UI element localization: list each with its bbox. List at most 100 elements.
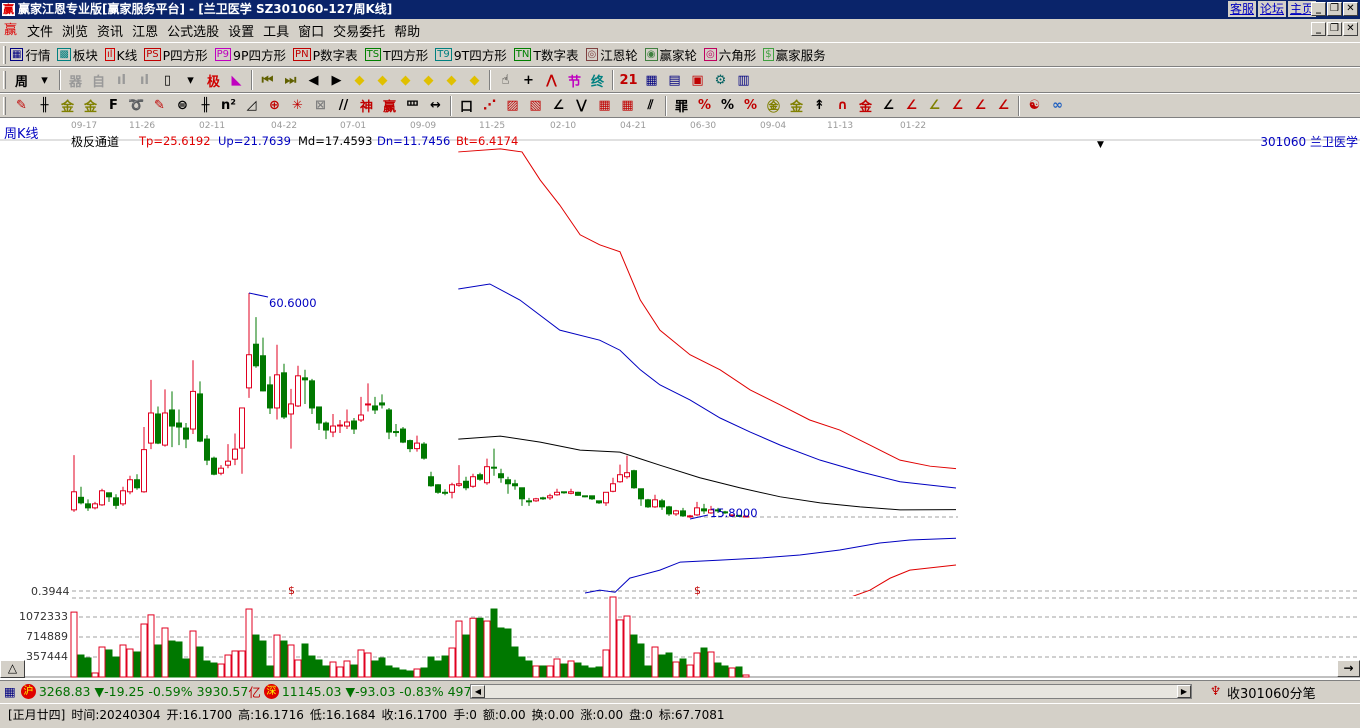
spiral-icon[interactable]: ➰ <box>125 96 148 116</box>
v-icon[interactable]: ⋁ <box>570 96 593 116</box>
toolbar-button-0[interactable]: ▦ 行情 <box>10 45 50 64</box>
calculator-icon[interactable]: ▦ <box>640 70 663 90</box>
winner-angle-icon[interactable]: ∠ <box>969 96 992 116</box>
menu-gann[interactable]: 江恩 <box>132 21 158 40</box>
last-icon[interactable]: ⏭ <box>279 70 302 90</box>
child-restore-button[interactable]: ❐ <box>1327 22 1342 36</box>
crosshair-icon[interactable]: + <box>517 70 540 90</box>
diamond-star-icon[interactable]: ◆ <box>440 70 463 90</box>
toolbar-button-10[interactable]: ◉ 赢家轮 <box>644 45 697 64</box>
toolbar-button-6[interactable]: TS T四方形 <box>364 45 428 64</box>
kline-chart[interactable]: 周K线 09-17 11-26 02-11 04-22 07-01 09-09 11-25 0… <box>0 118 1360 680</box>
period-select[interactable]: 周 <box>10 70 33 90</box>
calendar-icon[interactable]: 21 <box>617 70 640 90</box>
menu-file[interactable]: 文件 <box>27 21 53 40</box>
percent-icon[interactable]: % <box>716 96 739 116</box>
close-button[interactable]: ✕ <box>1343 2 1358 16</box>
chart-icon[interactable]: 器 <box>64 70 87 90</box>
flag-icon[interactable]: ◣ <box>225 70 248 90</box>
forward-button[interactable]: → <box>1337 660 1360 677</box>
right-icon[interactable]: ▶ <box>325 70 348 90</box>
fan-pen-icon[interactable]: ✎ <box>148 96 171 116</box>
j-angle-icon[interactable]: ∠ <box>877 96 900 116</box>
quote-grid-icon[interactable]: ▦ <box>4 684 16 699</box>
left-icon[interactable]: ◀ <box>302 70 325 90</box>
menu-window[interactable]: 窗口 <box>298 21 324 40</box>
toolbar-button-11[interactable]: ◎ 六角形 <box>704 45 756 64</box>
connect-icon[interactable]: ▥ <box>732 70 755 90</box>
gold-red-icon[interactable]: 金 <box>854 96 877 116</box>
forum-link[interactable]: 论坛 <box>1257 1 1286 17</box>
toolbar-button-8[interactable]: TN T数字表 <box>513 45 579 64</box>
toolbar-grip[interactable] <box>3 71 6 89</box>
fan-icon[interactable]: ⋰ <box>478 96 501 116</box>
percent-lines-icon[interactable]: % <box>739 96 762 116</box>
toolbar-button-5[interactable]: PN P数字表 <box>293 45 358 64</box>
triangle-icon[interactable]: ◿ <box>240 96 263 116</box>
first-icon[interactable]: ⏮ <box>256 70 279 90</box>
hand-icon[interactable]: ☝ <box>494 70 517 90</box>
diamond-cross-icon[interactable]: ◆ <box>463 70 486 90</box>
collapse-panel-button[interactable]: △ <box>0 660 25 678</box>
winner-icon[interactable]: 赢 <box>378 96 401 116</box>
menu-browse[interactable]: 浏览 <box>62 21 88 40</box>
gold-circle-icon[interactable]: ㊎ <box>762 96 785 116</box>
god-angle-icon[interactable]: ∠ <box>946 96 969 116</box>
diamond-left-icon[interactable]: ◆ <box>348 70 371 90</box>
grid-red2-icon[interactable]: ▦ <box>616 96 639 116</box>
n2-icon[interactable]: n² <box>217 96 240 116</box>
menu-formula[interactable]: 公式选股 <box>167 21 219 40</box>
tick-data-label[interactable]: 收301060分笔 <box>1227 683 1316 702</box>
star-icon[interactable]: ✳ <box>286 96 309 116</box>
bars-g-icon[interactable]: ıl <box>133 70 156 90</box>
four-angle-icon[interactable]: ∠ <box>992 96 1015 116</box>
god-icon[interactable]: 神 <box>355 96 378 116</box>
box-fan2-icon[interactable]: ▧ <box>524 96 547 116</box>
infinity-icon[interactable]: ∞ <box>1046 96 1069 116</box>
extreme-icon[interactable]: 极 <box>202 70 225 90</box>
candle-type-icon[interactable]: ▯ <box>156 70 179 90</box>
f-angle-icon[interactable]: ∠ <box>900 96 923 116</box>
gold-lines-icon[interactable]: 金 <box>56 96 79 116</box>
candle-dropdown-icon[interactable]: ▾ <box>179 70 202 90</box>
toolbar-button-1[interactable]: ▩ 板块 <box>57 45 98 64</box>
menu-help[interactable]: 帮助 <box>394 21 420 40</box>
diamond-lr-icon[interactable]: ◆ <box>394 70 417 90</box>
box-icon[interactable]: 罒 <box>401 96 424 116</box>
grid-red-icon[interactable]: ▦ <box>593 96 616 116</box>
horizontal-scrollbar[interactable]: ◀ ▶ <box>470 684 1192 699</box>
gold-lines2-icon[interactable]: 金 <box>79 96 102 116</box>
toolbar-button-4[interactable]: P9 9P四方形 <box>214 45 286 64</box>
menu-news[interactable]: 资讯 <box>97 21 123 40</box>
f-lines-icon[interactable]: F <box>102 96 125 116</box>
diamond-right-icon[interactable]: ◆ <box>371 70 394 90</box>
dropdown-marker-icon[interactable]: ▼ <box>1097 140 1104 150</box>
percent-fan-icon[interactable]: % <box>693 96 716 116</box>
chart-canvas[interactable] <box>0 118 1360 680</box>
toolbar-button-2[interactable]: ıl K线 <box>104 45 137 64</box>
network-icon[interactable]: ⚙ <box>709 70 732 90</box>
child-close-button[interactable]: ✕ <box>1343 22 1358 36</box>
toolbar-button-3[interactable]: PS P四方形 <box>144 45 208 64</box>
toolbar-button-9[interactable]: ◎ 江恩轮 <box>585 45 638 64</box>
slash-icon[interactable]: // <box>332 96 355 116</box>
toolbar-button-7[interactable]: T9 9T四方形 <box>435 45 507 64</box>
menu-settings[interactable]: 设置 <box>228 21 254 40</box>
menu-trade[interactable]: 交易委托 <box>333 21 385 40</box>
bars-s-icon[interactable]: ıl <box>110 70 133 90</box>
wave-lines-icon[interactable]: ∩ <box>831 96 854 116</box>
child-minimize-button[interactable]: _ <box>1311 22 1326 36</box>
toolbar-button-12[interactable]: $ 赢家服务 <box>763 45 826 64</box>
box-fan-icon[interactable]: ▨ <box>501 96 524 116</box>
rect-icon[interactable]: 口 <box>455 96 478 116</box>
gold-angle-icon[interactable]: ∠ <box>923 96 946 116</box>
lines-icon[interactable]: ╫ <box>33 96 56 116</box>
minimize-button[interactable]: _ <box>1311 2 1326 16</box>
channel-icon[interactable]: 罪 <box>670 96 693 116</box>
restore-button[interactable]: ❐ <box>1327 2 1342 16</box>
toolbar-grip[interactable] <box>3 45 6 64</box>
measure-icon[interactable]: ↔ <box>424 96 447 116</box>
menu-tools[interactable]: 工具 <box>263 21 289 40</box>
node-icon[interactable]: 节 <box>563 70 586 90</box>
yin-yang-icon[interactable]: ☯ <box>1023 96 1046 116</box>
